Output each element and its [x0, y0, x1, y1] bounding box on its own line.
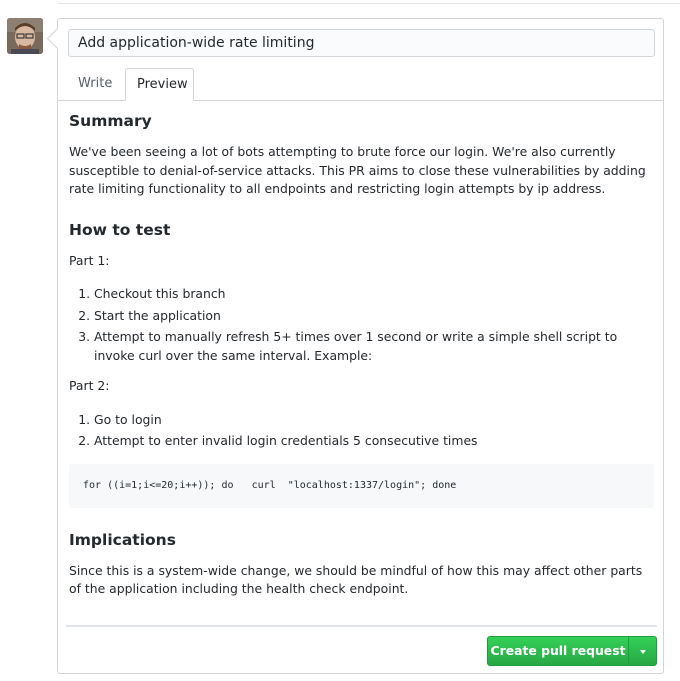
pull-request-form: Write Preview Summary We've been seeing …	[57, 18, 664, 674]
implications-heading: Implications	[69, 530, 176, 549]
avatar[interactable]	[7, 18, 43, 54]
summary-text: We've been seeing a lot of bots attempti…	[69, 144, 646, 196]
avatar-image	[7, 18, 43, 54]
form-divider	[66, 625, 657, 627]
editor-tabs: Write Preview	[58, 68, 663, 101]
list-item: Attempt to enter invalid login credentia…	[94, 432, 654, 451]
code-block: for ((i=1;i<=20;i++)); do curl "localhos…	[69, 463, 654, 508]
list-item: Checkout this branch	[94, 285, 654, 304]
chevron-down-icon	[640, 650, 646, 654]
list-item: Attempt to manually refresh 5+ times ove…	[94, 328, 654, 365]
part1-steps: Checkout this branch Start the applicati…	[69, 285, 654, 365]
tab-write[interactable]: Write	[67, 68, 123, 100]
tab-preview[interactable]: Preview	[125, 68, 194, 101]
part2-label: Part 2:	[69, 378, 110, 393]
part1-label: Part 1:	[69, 252, 110, 268]
create-pr-options-dropdown[interactable]	[628, 636, 657, 666]
preview-content: Summary We've been seeing a lot of bots …	[69, 109, 654, 599]
create-pull-request-button[interactable]: Create pull request	[487, 636, 629, 666]
list-item: Start the application	[94, 307, 654, 326]
part2-steps: Go to login Attempt to enter invalid log…	[69, 411, 654, 451]
pr-title-input[interactable]	[68, 29, 655, 57]
list-item: Go to login	[94, 411, 654, 430]
summary-heading: Summary	[69, 112, 152, 130]
top-divider	[58, 0, 680, 4]
how-to-test-heading: How to test	[69, 220, 171, 239]
implications-text: Since this is a system-wide change, we s…	[69, 562, 643, 597]
